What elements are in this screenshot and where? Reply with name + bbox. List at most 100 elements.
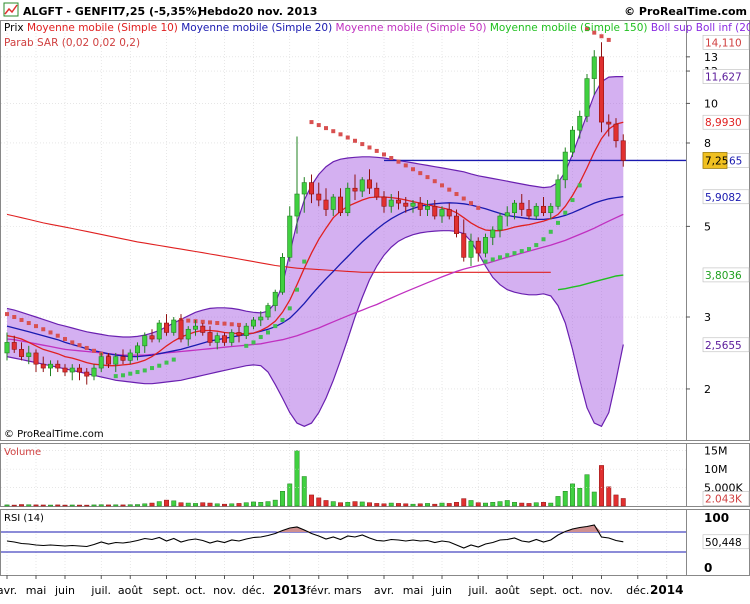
volume-bar xyxy=(164,499,169,507)
volume-bar xyxy=(4,504,10,507)
volume-bar xyxy=(591,491,597,507)
volume-bar xyxy=(374,503,380,507)
candle-body xyxy=(106,356,112,365)
candle-body xyxy=(294,193,300,217)
volume-bar xyxy=(338,502,343,507)
volume-bar xyxy=(243,502,249,507)
sar-dot xyxy=(382,152,386,157)
sar-dot xyxy=(150,366,154,371)
price-tick-label: 13 xyxy=(704,51,718,64)
sar-dot xyxy=(164,360,169,365)
volume-bar xyxy=(222,503,227,507)
sar-dot xyxy=(63,337,67,342)
sar-dot xyxy=(55,333,60,338)
legend-item: Boll sup Boll inf (20 2) xyxy=(651,22,750,34)
sar-dot xyxy=(447,187,452,192)
volume-bar xyxy=(178,502,184,507)
candle-body xyxy=(468,240,474,258)
sar-dot xyxy=(469,201,473,206)
volume-bar xyxy=(309,494,314,507)
candle-body xyxy=(185,328,191,340)
volume-bar xyxy=(330,501,336,507)
volume-bar xyxy=(606,486,612,507)
volume-bar xyxy=(533,502,539,507)
sar-dot xyxy=(19,317,24,322)
header-date: 20 nov. 2013 xyxy=(238,5,317,18)
sar-dot xyxy=(222,321,227,326)
candle-body xyxy=(482,237,488,254)
candle-body xyxy=(98,356,104,369)
volume-tag-label: 2.043K xyxy=(705,493,743,505)
sar-dot xyxy=(360,142,365,147)
volume-bar xyxy=(519,502,525,507)
candle-body xyxy=(403,202,409,207)
volume-bar xyxy=(26,504,32,507)
volume-bar xyxy=(468,500,474,507)
candle-body xyxy=(251,319,257,327)
sar-dot xyxy=(338,132,343,137)
time-axis-label: mars xyxy=(334,584,362,597)
volume-bar xyxy=(287,483,293,507)
volume-bar xyxy=(11,504,17,507)
candle-body xyxy=(424,205,430,210)
volume-bar xyxy=(48,504,53,507)
time-axis-label: avr. xyxy=(374,584,394,597)
value-tag-label: 14,110 xyxy=(705,37,742,49)
sar-dot xyxy=(534,243,539,248)
period-label: Hebdo xyxy=(198,5,238,18)
volume-panel xyxy=(0,443,750,507)
sar-dot xyxy=(34,324,38,329)
sar-dot xyxy=(12,315,17,320)
sar-dot xyxy=(527,247,531,252)
time-axis-label: avr. xyxy=(0,584,17,597)
candle-body xyxy=(540,205,546,214)
last-price-suffix: 65 xyxy=(729,155,742,167)
candle-body xyxy=(381,196,387,207)
sar-dot xyxy=(396,159,401,164)
chart-canvas: ALGFT - GENFIT 7,25 (-5,35%) Hebdo 20 no… xyxy=(0,0,750,600)
candle-body xyxy=(26,352,32,357)
price-tick-label: 8 xyxy=(704,137,711,150)
candle-body xyxy=(439,209,445,217)
candle-body xyxy=(301,182,307,195)
time-axis-label: 2014 xyxy=(650,583,683,597)
site-credit: © ProRealTime.com xyxy=(624,5,747,18)
volume-bar xyxy=(541,502,546,507)
volume-bar xyxy=(193,503,198,507)
volume-bar xyxy=(620,498,626,507)
candle-body xyxy=(606,121,612,125)
sar-dot xyxy=(606,37,611,42)
volume-bar xyxy=(526,503,532,507)
candle-body xyxy=(577,115,583,131)
candle-body xyxy=(330,196,336,210)
candle-body xyxy=(345,187,351,214)
sar-dot xyxy=(142,368,147,373)
candle-body xyxy=(18,349,24,357)
time-axis-label: oct. xyxy=(185,584,206,597)
volume-bar xyxy=(483,502,488,507)
time-axis-label: mai xyxy=(403,584,424,597)
candle-body xyxy=(432,205,438,217)
value-tag-label: 3,8036 xyxy=(705,270,742,282)
volume-bar xyxy=(127,504,133,507)
sar-dot xyxy=(309,120,314,125)
sar-dot xyxy=(570,198,575,203)
rsi-tick-label: 0 xyxy=(704,561,712,575)
sar-dot xyxy=(418,171,423,176)
volume-bar xyxy=(323,500,329,507)
candle-body xyxy=(200,325,206,333)
candle-body xyxy=(135,345,141,354)
candle-body xyxy=(490,229,496,238)
volume-bar xyxy=(251,501,256,507)
volume-bar xyxy=(142,503,148,507)
candle-body xyxy=(120,356,126,361)
sar-dot xyxy=(266,330,270,335)
volume-bar xyxy=(40,504,46,507)
volume-bar xyxy=(454,502,459,507)
stock-chart: ALGFT - GENFIT 7,25 (-5,35%) Hebdo 20 no… xyxy=(0,0,750,600)
volume-bar xyxy=(417,503,423,507)
candle-body xyxy=(417,202,423,210)
time-axis-label: août xyxy=(495,584,520,597)
value-tag-label: 8,9930 xyxy=(705,117,742,129)
candle-body xyxy=(47,363,53,369)
